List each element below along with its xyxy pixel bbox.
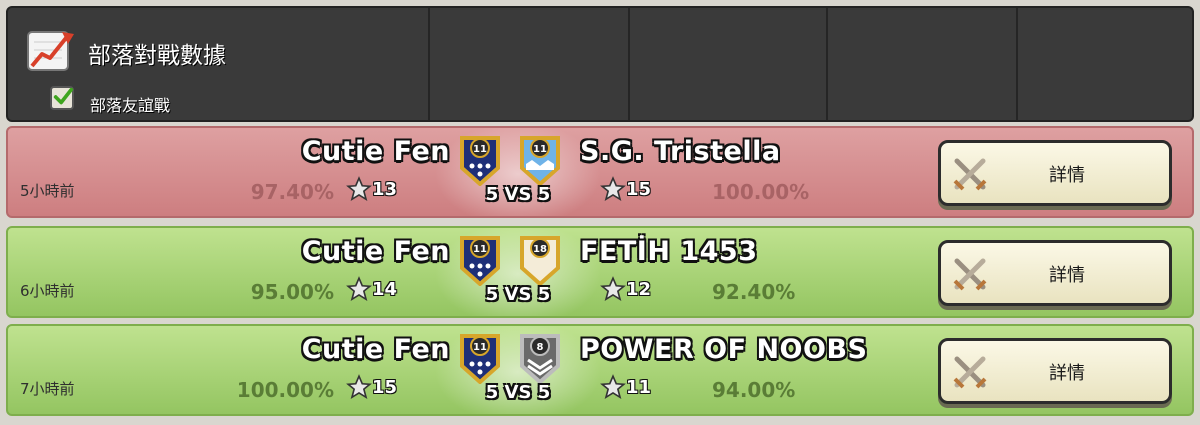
star-icon bbox=[600, 374, 626, 400]
home-stars: 14 bbox=[346, 276, 397, 302]
star-icon bbox=[600, 276, 626, 302]
war-size-label: 5 VS 5 bbox=[485, 184, 551, 205]
away-star-count: 12 bbox=[626, 278, 652, 300]
header-column-divider bbox=[826, 8, 828, 120]
away-clan-name: POWER OF NOOBS bbox=[580, 334, 868, 365]
home-clan-level: 11 bbox=[473, 342, 487, 353]
friendly-war-checkbox[interactable] bbox=[50, 86, 74, 110]
away-destruction: 100.00% bbox=[712, 180, 810, 204]
home-clan-badge-icon: 11 bbox=[460, 136, 500, 186]
away-stars: 12 bbox=[600, 276, 651, 302]
war-details-button[interactable]: 詳情 bbox=[938, 338, 1172, 404]
star-icon bbox=[346, 276, 372, 302]
war-log-row: 6小時前 Cutie Fen FETİH 1453 95.00% 14 12 9… bbox=[6, 226, 1194, 318]
friendly-war-label: 部落友誼戰 bbox=[90, 96, 171, 115]
away-clan-badge-icon: 18 bbox=[520, 236, 560, 286]
war-time-ago: 6小時前 bbox=[20, 282, 75, 300]
away-stars: 15 bbox=[600, 176, 651, 202]
home-destruction: 95.00% bbox=[250, 280, 334, 304]
details-button-label: 詳情 bbox=[1049, 363, 1085, 384]
war-time-ago: 7小時前 bbox=[20, 380, 75, 398]
home-star-count: 14 bbox=[372, 278, 398, 300]
away-clan-level: 18 bbox=[533, 244, 547, 255]
star-icon bbox=[600, 176, 626, 202]
away-star-count: 15 bbox=[626, 178, 652, 200]
home-stars: 15 bbox=[346, 374, 397, 400]
star-icon bbox=[346, 176, 372, 202]
away-destruction: 94.00% bbox=[712, 378, 796, 402]
away-destruction: 92.40% bbox=[712, 280, 796, 304]
home-clan-badge-icon: 11 bbox=[460, 334, 500, 384]
war-log-header: 部落對戰數據 部落友誼戰 bbox=[6, 6, 1194, 122]
away-clan-badge-icon: 11 bbox=[520, 136, 560, 186]
war-time-ago: 5小時前 bbox=[20, 182, 75, 200]
checkmark-icon bbox=[53, 87, 74, 105]
home-clan-name: Cutie Fen bbox=[301, 136, 450, 167]
home-destruction: 100.00% bbox=[236, 378, 334, 402]
war-log-row: 5小時前 Cutie Fen S.G. Tristella 97.40% 13 … bbox=[6, 126, 1194, 218]
star-icon bbox=[346, 374, 372, 400]
details-button-label: 詳情 bbox=[1049, 265, 1085, 286]
details-button-label: 詳情 bbox=[1049, 165, 1085, 186]
away-clan-level: 8 bbox=[537, 342, 544, 353]
away-clan-name: S.G. Tristella bbox=[580, 136, 781, 167]
header-column-divider bbox=[1016, 8, 1018, 120]
home-clan-level: 11 bbox=[473, 244, 487, 255]
home-stars: 13 bbox=[346, 176, 397, 202]
away-clan-name: FETİH 1453 bbox=[580, 236, 758, 267]
home-clan-name: Cutie Fen bbox=[301, 334, 450, 365]
header-column-divider bbox=[428, 8, 430, 120]
home-star-count: 15 bbox=[372, 376, 398, 398]
war-details-button[interactable]: 詳情 bbox=[938, 140, 1172, 206]
home-destruction: 97.40% bbox=[250, 180, 334, 204]
away-clan-badge-icon: 8 bbox=[520, 334, 560, 384]
rising-chart-icon bbox=[27, 31, 74, 71]
war-size-label: 5 VS 5 bbox=[485, 284, 551, 305]
war-log-row: 7小時前 Cutie Fen POWER OF NOOBS 100.00% 15… bbox=[6, 324, 1194, 416]
home-clan-badge-icon: 11 bbox=[460, 236, 500, 286]
away-clan-level: 11 bbox=[533, 144, 547, 155]
header-column-divider bbox=[628, 8, 630, 120]
home-star-count: 13 bbox=[372, 178, 398, 200]
home-clan-name: Cutie Fen bbox=[301, 236, 450, 267]
away-stars: 11 bbox=[600, 374, 651, 400]
page-title: 部落對戰數據 bbox=[88, 43, 226, 69]
away-star-count: 11 bbox=[626, 376, 652, 398]
home-clan-level: 11 bbox=[473, 144, 487, 155]
war-size-label: 5 VS 5 bbox=[485, 382, 551, 403]
war-details-button[interactable]: 詳情 bbox=[938, 240, 1172, 306]
